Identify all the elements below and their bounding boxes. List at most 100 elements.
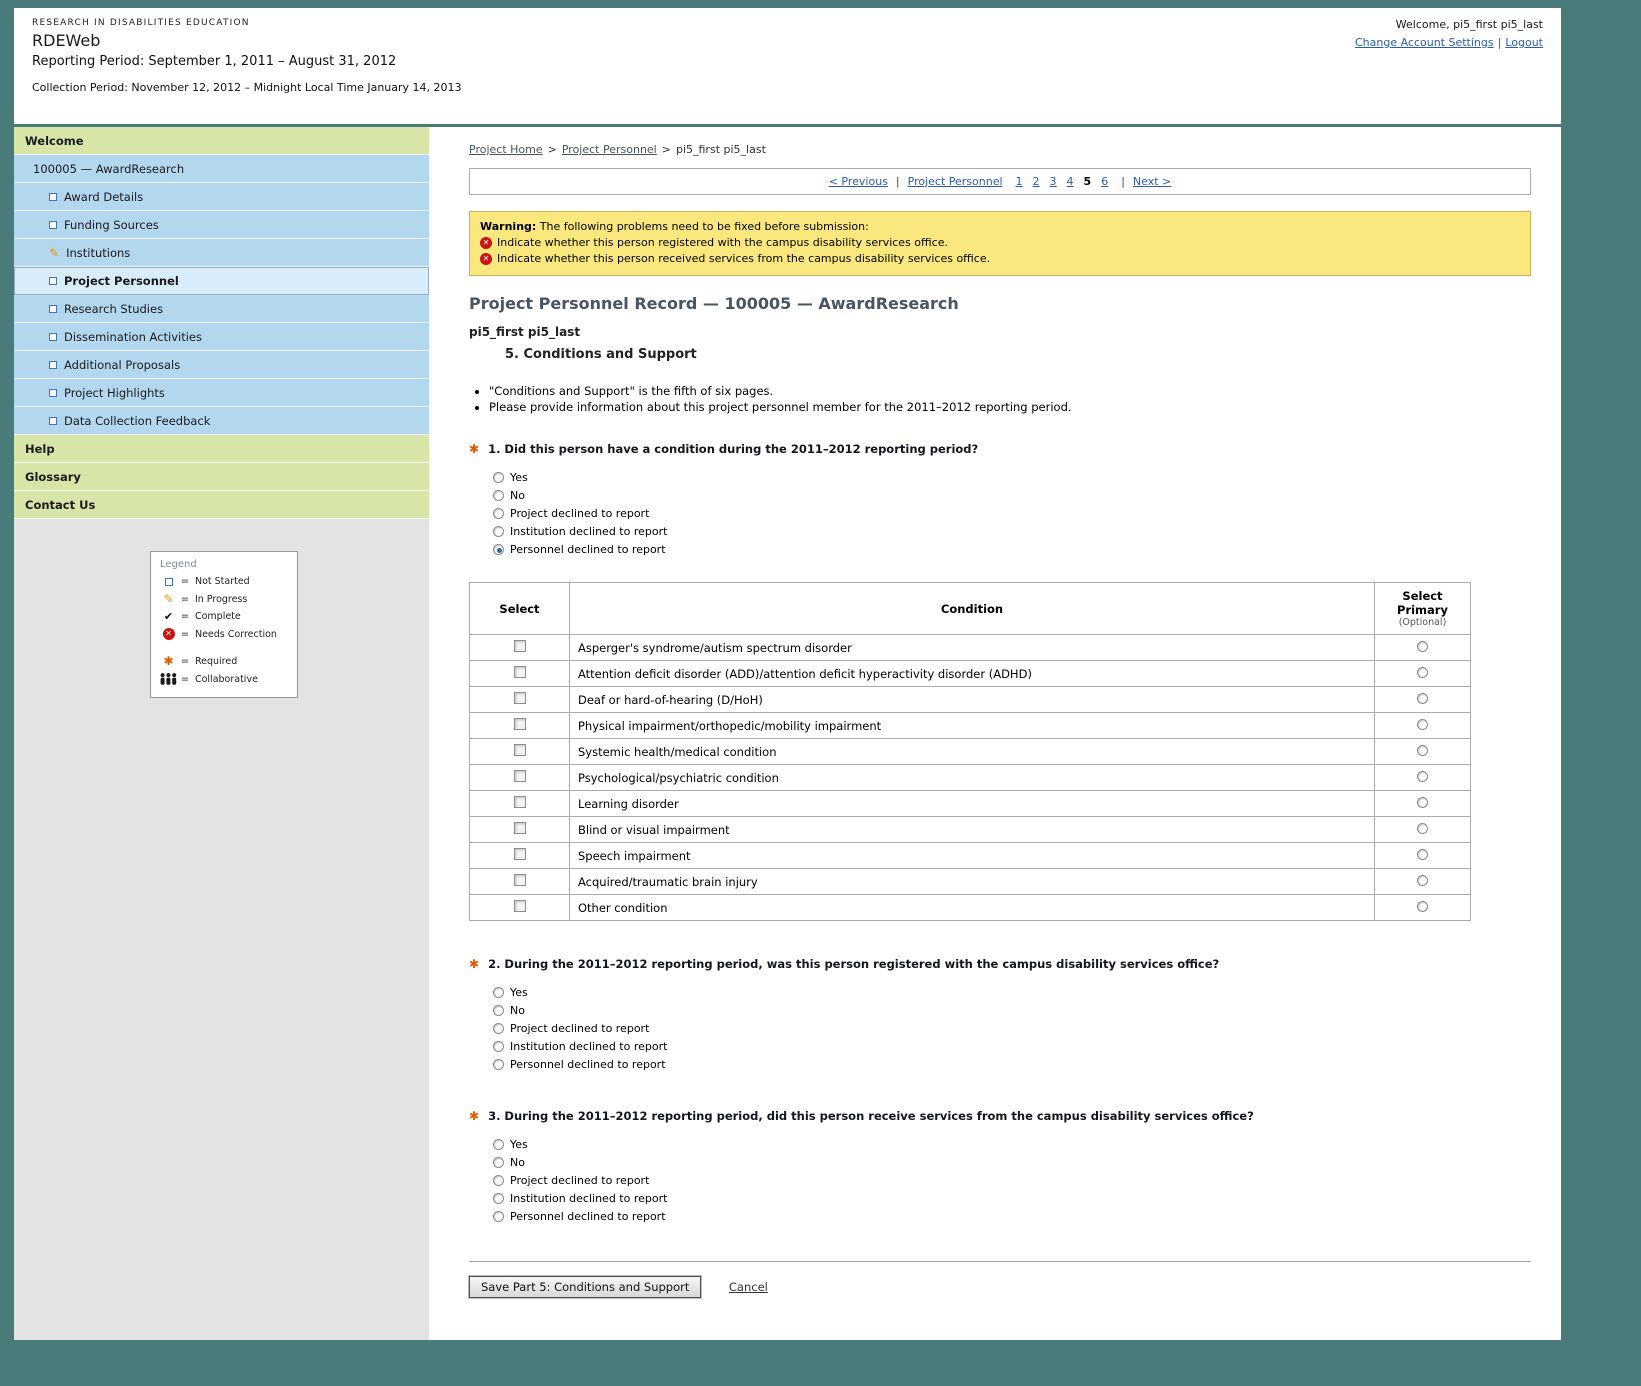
primary-radio[interactable] bbox=[1417, 693, 1428, 704]
primary-radio[interactable] bbox=[1417, 901, 1428, 912]
change-account-settings-link[interactable]: Change Account Settings bbox=[1355, 36, 1494, 49]
radio-option[interactable]: Project declined to report bbox=[493, 1019, 1531, 1037]
condition-checkbox[interactable] bbox=[514, 770, 526, 782]
condition-checkbox[interactable] bbox=[514, 718, 526, 730]
radio-option[interactable]: No bbox=[493, 1001, 1531, 1019]
sidebar-item-award-details[interactable]: Award Details bbox=[14, 183, 429, 211]
sidebar-item-funding-sources[interactable]: Funding Sources bbox=[14, 211, 429, 239]
primary-radio[interactable] bbox=[1417, 875, 1428, 886]
primary-radio[interactable] bbox=[1417, 823, 1428, 834]
radio-button[interactable] bbox=[493, 490, 504, 501]
sidebar-item-label: Contact Us bbox=[25, 498, 95, 512]
pager-page-link-2[interactable]: 2 bbox=[1033, 175, 1040, 188]
sidebar-item-project-personnel[interactable]: Project Personnel bbox=[14, 267, 429, 295]
radio-button[interactable] bbox=[493, 1059, 504, 1070]
sidebar-item-100005-awardresearch[interactable]: 100005 — AwardResearch bbox=[14, 155, 429, 183]
primary-radio[interactable] bbox=[1417, 797, 1428, 808]
pager-page-link-3[interactable]: 3 bbox=[1050, 175, 1057, 188]
table-row: Attention deficit disorder (ADD)/attenti… bbox=[470, 661, 1471, 687]
radio-button[interactable] bbox=[493, 544, 504, 555]
radio-option[interactable]: No bbox=[493, 1153, 1531, 1171]
sidebar-item-data-collection-feedback[interactable]: Data Collection Feedback bbox=[14, 407, 429, 435]
cancel-link[interactable]: Cancel bbox=[729, 1280, 768, 1294]
radio-button[interactable] bbox=[493, 1175, 504, 1186]
pager-page-link-6[interactable]: 6 bbox=[1101, 175, 1108, 188]
condition-checkbox[interactable] bbox=[514, 666, 526, 678]
condition-checkbox[interactable] bbox=[514, 822, 526, 834]
sidebar-item-label: Research Studies bbox=[64, 302, 163, 316]
main-content: Project Home>Project Personnel>pi5_first… bbox=[429, 127, 1561, 1340]
primary-radio[interactable] bbox=[1417, 771, 1428, 782]
breadcrumb-link-project-personnel[interactable]: Project Personnel bbox=[562, 143, 657, 156]
condition-checkbox[interactable] bbox=[514, 796, 526, 808]
radio-button[interactable] bbox=[493, 508, 504, 519]
radio-option[interactable]: Personnel declined to report bbox=[493, 1207, 1531, 1225]
condition-checkbox[interactable] bbox=[514, 640, 526, 652]
radio-option[interactable]: Project declined to report bbox=[493, 1171, 1531, 1189]
radio-option[interactable]: Personnel declined to report bbox=[493, 540, 1531, 558]
radio-button[interactable] bbox=[493, 1041, 504, 1052]
radio-option[interactable]: Yes bbox=[493, 1135, 1531, 1153]
radio-option[interactable]: Institution declined to report bbox=[493, 522, 1531, 540]
primary-radio[interactable] bbox=[1417, 849, 1428, 860]
condition-checkbox[interactable] bbox=[514, 692, 526, 704]
condition-column-header: Condition bbox=[570, 583, 1375, 635]
next-page-link[interactable]: Next > bbox=[1133, 175, 1171, 188]
radio-button[interactable] bbox=[493, 1157, 504, 1168]
radio-button[interactable] bbox=[493, 472, 504, 483]
app-header: RESEARCH IN DISABILITIES EDUCATION RDEWe… bbox=[14, 8, 1561, 127]
section-title: 5. Conditions and Support bbox=[505, 347, 1531, 362]
sidebar-item-additional-proposals[interactable]: Additional Proposals bbox=[14, 351, 429, 379]
radio-button[interactable] bbox=[493, 1023, 504, 1034]
condition-select-cell bbox=[470, 739, 570, 765]
radio-option[interactable]: Institution declined to report bbox=[493, 1189, 1531, 1207]
sidebar-item-welcome[interactable]: Welcome bbox=[14, 127, 429, 155]
page-notes: "Conditions and Support" is the fifth of… bbox=[473, 384, 1531, 414]
question-1: ✱1. Did this person have a condition dur… bbox=[469, 442, 1531, 558]
condition-checkbox[interactable] bbox=[514, 900, 526, 912]
needs-correction-icon: ✕ bbox=[480, 253, 492, 265]
radio-option[interactable]: Project declined to report bbox=[493, 504, 1531, 522]
radio-option[interactable]: Yes bbox=[493, 983, 1531, 1001]
not-started-icon bbox=[49, 277, 57, 285]
pager-section-link[interactable]: Project Personnel bbox=[908, 175, 1003, 188]
sidebar-item-research-studies[interactable]: Research Studies bbox=[14, 295, 429, 323]
condition-checkbox[interactable] bbox=[514, 848, 526, 860]
question-text: 3. During the 2011–2012 reporting period… bbox=[488, 1109, 1254, 1123]
sidebar-item-glossary[interactable]: Glossary bbox=[14, 463, 429, 491]
sidebar-item-help[interactable]: Help bbox=[14, 435, 429, 463]
condition-checkbox[interactable] bbox=[514, 874, 526, 886]
pager-page-link-1[interactable]: 1 bbox=[1016, 175, 1023, 188]
radio-button[interactable] bbox=[493, 526, 504, 537]
sidebar-item-contact-us[interactable]: Contact Us bbox=[14, 491, 429, 519]
sidebar-item-dissemination-activities[interactable]: Dissemination Activities bbox=[14, 323, 429, 351]
breadcrumb-link-project-home[interactable]: Project Home bbox=[469, 143, 543, 156]
save-button[interactable]: Save Part 5: Conditions and Support bbox=[469, 1276, 701, 1298]
radio-button[interactable] bbox=[493, 1139, 504, 1150]
legend-icon-cell bbox=[160, 673, 177, 685]
breadcrumb-separator: > bbox=[548, 143, 557, 156]
radio-button[interactable] bbox=[493, 1211, 504, 1222]
sidebar-item-project-highlights[interactable]: Project Highlights bbox=[14, 379, 429, 407]
condition-name-cell: Acquired/traumatic brain injury bbox=[570, 869, 1375, 895]
sidebar-nav: Welcome100005 — AwardResearchAward Detai… bbox=[14, 127, 429, 519]
radio-button[interactable] bbox=[493, 1005, 504, 1016]
primary-radio[interactable] bbox=[1417, 745, 1428, 756]
previous-page-link[interactable]: < Previous bbox=[829, 175, 888, 188]
primary-radio[interactable] bbox=[1417, 641, 1428, 652]
radio-button[interactable] bbox=[493, 1193, 504, 1204]
sidebar-item-institutions[interactable]: ✎Institutions bbox=[14, 239, 429, 267]
radio-option[interactable]: Institution declined to report bbox=[493, 1037, 1531, 1055]
radio-option[interactable]: Yes bbox=[493, 468, 1531, 486]
condition-checkbox[interactable] bbox=[514, 744, 526, 756]
pager-page-link-4[interactable]: 4 bbox=[1067, 175, 1074, 188]
primary-radio[interactable] bbox=[1417, 719, 1428, 730]
radio-option[interactable]: No bbox=[493, 486, 1531, 504]
sidebar-item-label: Institutions bbox=[66, 246, 130, 260]
primary-radio[interactable] bbox=[1417, 667, 1428, 678]
radio-button[interactable] bbox=[493, 987, 504, 998]
question-2: ✱2. During the 2011–2012 reporting perio… bbox=[469, 957, 1531, 1073]
question-label: ✱1. Did this person have a condition dur… bbox=[469, 442, 1531, 456]
logout-link[interactable]: Logout bbox=[1505, 36, 1543, 49]
radio-option[interactable]: Personnel declined to report bbox=[493, 1055, 1531, 1073]
